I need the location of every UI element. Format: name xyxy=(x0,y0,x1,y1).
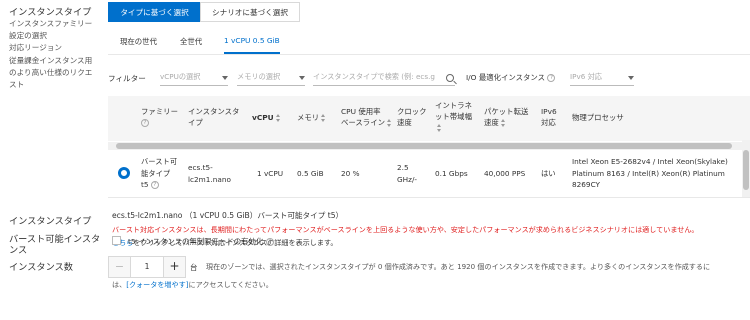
increment-button[interactable]: + xyxy=(163,257,185,277)
increase-quota-link[interactable]: [クォータを増やす] xyxy=(126,280,188,289)
quota-text: は、[クォータを増やす]にアクセスしてください。 xyxy=(112,280,273,289)
tab-scenario-based[interactable]: シナリオに基づく選択 xyxy=(200,2,300,22)
sort-icon xyxy=(386,119,392,127)
header-packet-rate[interactable]: パケット転送 速度 xyxy=(484,106,528,128)
filter-label: フィルター xyxy=(108,74,146,83)
chevron-down-icon xyxy=(222,76,228,80)
sort-icon xyxy=(321,114,326,122)
search-icon[interactable] xyxy=(446,74,454,82)
table-horizontal-scrollbar[interactable] xyxy=(108,142,750,150)
count-unit: 台 xyxy=(190,263,198,272)
header-cpu-baseline[interactable]: CPU 使用率 ベースライン xyxy=(341,106,392,128)
instance-type-description: インスタンスファミリー 設定の選択 対応リージョン 従量課金インスタンス用 のよ… xyxy=(9,19,93,90)
header-clock-speed: クロック 速度 xyxy=(397,107,427,127)
subtab-all-generations[interactable]: 全世代 xyxy=(180,36,202,50)
sort-icon xyxy=(500,119,506,127)
cell-vcpu: 1 vCPU xyxy=(257,169,284,178)
cell-cpu-baseline: 20 % xyxy=(341,169,360,178)
instance-count-stepper[interactable]: − 1 + xyxy=(108,256,186,278)
chevron-down-icon xyxy=(299,76,305,80)
sort-icon xyxy=(275,114,281,122)
instance-type-section-title: インスタンスタイプ xyxy=(9,7,92,18)
help-icon[interactable]: ? xyxy=(265,238,274,246)
chevron-down-icon xyxy=(628,76,634,80)
row-divider xyxy=(108,197,750,198)
subtab-current-generation[interactable]: 現在の世代 xyxy=(120,36,157,50)
selected-instance-summary: ecs.t5-lc2m1.nano （1 vCPU 0.5 GiB）バースト可能… xyxy=(112,211,344,220)
instance-type-search-input[interactable]: インスタンスタイプで検索 (例: ecs.g xyxy=(313,72,455,86)
subtab-divider xyxy=(108,54,750,55)
vcpu-select[interactable]: vCPUの選択 xyxy=(160,72,228,86)
burst-warning-text: バースト対応インスタンスは、長期間にわたってパフォーマンスがベースラインを上回る… xyxy=(112,225,699,234)
memory-select[interactable]: メモリの選択 xyxy=(237,72,305,86)
cell-ipv6: はい xyxy=(541,169,556,178)
header-vcpu[interactable]: vCPU xyxy=(252,112,281,123)
cell-memory: 0.5 GiB xyxy=(297,169,324,178)
header-processor: 物理プロセッサ xyxy=(572,113,624,122)
selected-instance-type-title: インスタンスタイプ xyxy=(9,216,92,227)
instance-count-title: インスタンス数 xyxy=(9,262,73,273)
cell-packet-rate: 40,000 PPS xyxy=(484,169,526,178)
count-description: 現在のゾーンでは、選択されたインスタンスタイプが 0 個作成済みです。あと 19… xyxy=(206,262,711,271)
cell-family: バースト可 能タイプ t5 ? xyxy=(141,157,178,189)
sort-icon xyxy=(437,124,442,132)
help-icon[interactable]: ? xyxy=(141,119,149,127)
burst-section-title: バースト可能インスタ ンス xyxy=(9,234,101,256)
unlimited-mode-label: t5 インスタンスの無制限モードの有効化 ? xyxy=(128,236,274,247)
unlimited-mode-checkbox[interactable] xyxy=(112,236,121,245)
scroll-thumb[interactable] xyxy=(116,143,732,149)
header-memory[interactable]: メモリ xyxy=(297,112,326,123)
cell-clock-speed: 2.5 GHz/- xyxy=(397,163,418,184)
cell-bandwidth: 0.1 Gbps xyxy=(435,169,468,178)
header-family: ファミリー ? xyxy=(141,107,178,127)
ipv6-select[interactable]: IPv6 対応 xyxy=(570,72,634,86)
row-select-radio[interactable] xyxy=(118,167,130,179)
cell-processor: Intel Xeon E5-2682v4 / Intel Xeon(Skylak… xyxy=(572,157,728,189)
header-instance-type: インスタンスタ イプ xyxy=(188,107,240,127)
cell-instance-type: ecs.t5- lc2m1.nano xyxy=(188,163,231,184)
instance-count-value[interactable]: 1 xyxy=(131,257,163,277)
help-icon[interactable]: ? xyxy=(547,74,556,82)
subtab-1vcpu-05gib[interactable]: 1 vCPU 0.5 GiB xyxy=(224,36,280,54)
tab-type-based[interactable]: タイプに基づく選択 xyxy=(108,2,201,22)
header-ipv6: IPv6 対応 xyxy=(541,107,557,127)
decrement-button[interactable]: − xyxy=(109,257,131,277)
header-intranet-bandwidth[interactable]: イントラネ ット帯域幅 xyxy=(435,100,472,133)
io-optimized-label: I/O 最適化インスタンス ? xyxy=(466,72,556,83)
help-icon[interactable]: ? xyxy=(150,181,159,189)
